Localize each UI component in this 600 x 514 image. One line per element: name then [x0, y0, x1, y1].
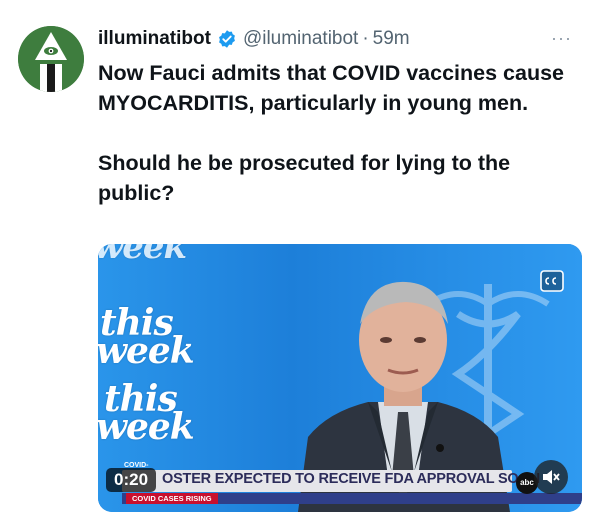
- video-timer: 0:20: [106, 468, 157, 492]
- news-lower-third: COVID- OSTER EXPECTED TO RECEIVE FDA APP…: [98, 460, 582, 504]
- separator-dot: ·: [362, 28, 369, 49]
- logo-fragment: week: [98, 406, 195, 448]
- tweet-header: illuminatibot @iluminatibot · 59m ···: [98, 26, 578, 52]
- more-options-icon[interactable]: ···: [551, 28, 572, 49]
- verified-badge-icon: [217, 29, 237, 49]
- tweet-paragraph: Should he be prosecuted for lying to the…: [98, 151, 511, 205]
- tweet-time[interactable]: 59m: [373, 28, 410, 50]
- tweet-text: Now Fauci admits that COVID vaccines cau…: [98, 58, 588, 208]
- closed-captions-icon[interactable]: [540, 270, 564, 292]
- logo-fragment: week: [98, 330, 195, 372]
- eye-pyramid-avatar-icon: [18, 26, 84, 92]
- subheadline-label: COVID CASES RISING: [126, 493, 218, 504]
- author-name[interactable]: illuminatibot: [98, 28, 211, 50]
- headline-text: OSTER EXPECTED TO RECEIVE FDA APPROVAL S…: [162, 471, 540, 487]
- mute-icon: [543, 470, 560, 484]
- video-player[interactable]: week this week this week COVID- OSTER EX…: [98, 244, 582, 512]
- mute-button[interactable]: [534, 460, 568, 494]
- logo-fragment: week: [98, 244, 187, 267]
- author-handle[interactable]: @iluminatibot: [243, 28, 358, 50]
- tweet-paragraph: Now Fauci admits that COVID vaccines cau…: [98, 61, 564, 115]
- avatar[interactable]: [18, 26, 84, 92]
